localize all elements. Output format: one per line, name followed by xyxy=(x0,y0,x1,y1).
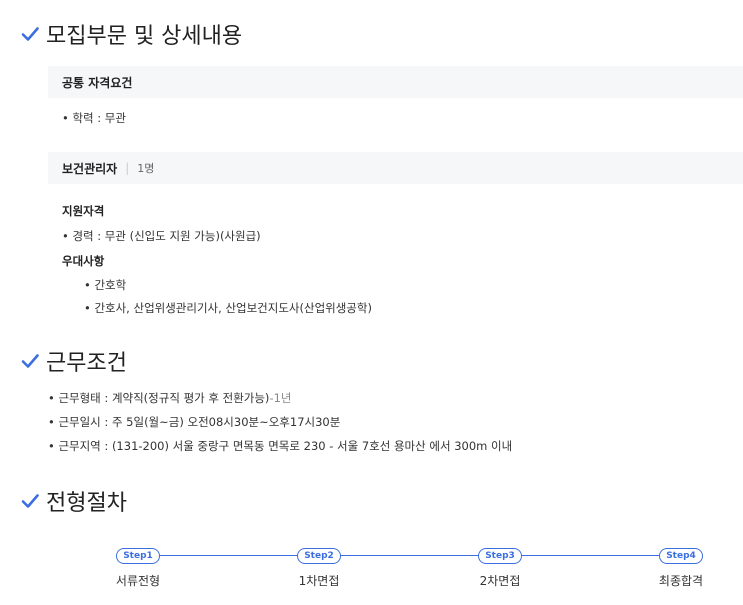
section-title-process: 전형절차 xyxy=(20,485,127,517)
step-label: 최종합격 xyxy=(658,574,704,588)
step-tag: Step4 xyxy=(659,548,703,564)
conditions-title: 근무조건 xyxy=(46,351,127,376)
step-tag: Step2 xyxy=(297,548,341,564)
work-type-suffix: -1년 xyxy=(269,391,292,405)
section-title-conditions: 근무조건 xyxy=(20,345,127,377)
step-label: 2차면접 xyxy=(479,574,521,588)
position-header: 보건관리자 | 1명 xyxy=(48,152,743,184)
section-title-recruit: 모집부문 및 상세내용 xyxy=(20,18,242,50)
work-type-label: • 근무형태 : 계약직(정규직 평가 후 전환가능) xyxy=(48,391,270,405)
preference-item: • 간호학 xyxy=(84,278,127,292)
preference-item: • 간호사, 산업위생관리기사, 산업보건지도사(산업위생공학) xyxy=(84,301,372,315)
preference-title: 우대사항 xyxy=(62,254,105,268)
check-icon xyxy=(21,27,39,41)
work-type: • 근무형태 : 계약직(정규직 평가 후 전환가능)-1년 xyxy=(48,390,291,406)
check-icon xyxy=(21,494,39,508)
recruit-title: 모집부문 및 상세내용 xyxy=(46,24,243,49)
work-location: • 근무지역 : (131-200) 서울 중랑구 면목동 면목로 230 - … xyxy=(48,439,513,453)
education-requirement: • 학력 : 무관 xyxy=(62,111,126,125)
step-label: 1차면접 xyxy=(298,574,340,588)
step-tag: Step3 xyxy=(478,548,522,564)
qualification-title: 지원자격 xyxy=(62,204,105,218)
position-count: 1명 xyxy=(137,162,155,175)
work-days: • 근무일시 : 주 5일(월~금) 오전08시30분~오후17시30분 xyxy=(48,415,341,429)
step-tag: Step1 xyxy=(116,548,160,564)
common-qualification-header: 공통 자격요건 xyxy=(48,66,743,98)
common-header-label: 공통 자격요건 xyxy=(62,75,133,90)
qualification-item: • 경력 : 무관 (신입도 지원 가능)(사원급) xyxy=(62,229,261,243)
check-icon xyxy=(21,354,39,368)
process-timeline xyxy=(122,555,697,556)
step-label: 서류전형 xyxy=(115,574,161,588)
divider: | xyxy=(125,161,130,175)
position-name: 보건관리자 xyxy=(62,161,118,176)
process-title: 전형절차 xyxy=(46,491,127,516)
